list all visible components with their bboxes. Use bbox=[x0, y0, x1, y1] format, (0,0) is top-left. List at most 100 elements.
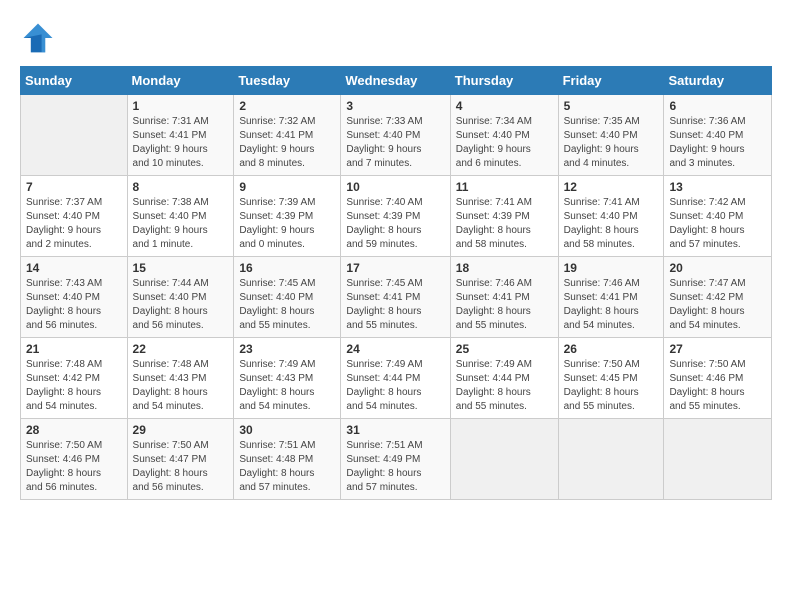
day-cell bbox=[558, 419, 664, 500]
day-info: Sunrise: 7:33 AM Sunset: 4:40 PM Dayligh… bbox=[346, 115, 444, 171]
day-number: 12 bbox=[564, 180, 659, 194]
day-cell: 21 Sunrise: 7:48 AM Sunset: 4:42 PM Dayli… bbox=[21, 338, 128, 419]
day-info: Sunrise: 7:37 AM Sunset: 4:40 PM Dayligh… bbox=[26, 196, 122, 252]
day-info: Sunrise: 7:44 AM Sunset: 4:40 PM Dayligh… bbox=[133, 277, 229, 333]
day-cell: 20 Sunrise: 7:47 AM Sunset: 4:42 PM Dayli… bbox=[664, 257, 772, 338]
day-info: Sunrise: 7:49 AM Sunset: 4:44 PM Dayligh… bbox=[456, 358, 553, 414]
week-row-2: 7 Sunrise: 7:37 AM Sunset: 4:40 PM Daylig… bbox=[21, 176, 772, 257]
day-number: 4 bbox=[456, 99, 553, 113]
day-number: 8 bbox=[133, 180, 229, 194]
day-info: Sunrise: 7:31 AM Sunset: 4:41 PM Dayligh… bbox=[133, 115, 229, 171]
col-header-friday: Friday bbox=[558, 67, 664, 95]
day-cell: 23Sunrise: 7:49 AM Sunset: 4:43 PM Dayli… bbox=[234, 338, 341, 419]
day-number: 5 bbox=[564, 99, 659, 113]
day-number: 10 bbox=[346, 180, 444, 194]
day-number: 16 bbox=[239, 261, 335, 275]
day-info: Sunrise: 7:34 AM Sunset: 4:40 PM Dayligh… bbox=[456, 115, 553, 171]
day-info: Sunrise: 7:32 AM Sunset: 4:41 PM Dayligh… bbox=[239, 115, 335, 171]
day-number: 19 bbox=[564, 261, 659, 275]
day-info: Sunrise: 7:50 AM Sunset: 4:47 PM Dayligh… bbox=[133, 439, 229, 495]
day-cell: 13 Sunrise: 7:42 AM Sunset: 4:40 PM Dayli… bbox=[664, 176, 772, 257]
day-info: Sunrise: 7:35 AM Sunset: 4:40 PM Dayligh… bbox=[564, 115, 659, 171]
day-number: 21 bbox=[26, 342, 122, 356]
day-cell: 19 Sunrise: 7:46 AM Sunset: 4:41 PM Dayli… bbox=[558, 257, 664, 338]
day-cell: 8 Sunrise: 7:38 AM Sunset: 4:40 PM Daylig… bbox=[127, 176, 234, 257]
day-cell: 2 Sunrise: 7:32 AM Sunset: 4:41 PM Daylig… bbox=[234, 95, 341, 176]
day-cell: 14Sunrise: 7:43 AM Sunset: 4:40 PM Dayli… bbox=[21, 257, 128, 338]
day-info: Sunrise: 7:40 AM Sunset: 4:39 PM Dayligh… bbox=[346, 196, 444, 252]
day-info: Sunrise: 7:47 AM Sunset: 4:42 PM Dayligh… bbox=[669, 277, 766, 333]
day-number: 11 bbox=[456, 180, 553, 194]
page-header bbox=[20, 20, 772, 56]
day-info: Sunrise: 7:46 AM Sunset: 4:41 PM Dayligh… bbox=[564, 277, 659, 333]
day-info: Sunrise: 7:50 AM Sunset: 4:45 PM Dayligh… bbox=[564, 358, 659, 414]
day-number: 29 bbox=[133, 423, 229, 437]
day-cell: 27Sunrise: 7:50 AM Sunset: 4:46 PM Dayli… bbox=[664, 338, 772, 419]
col-header-thursday: Thursday bbox=[450, 67, 558, 95]
day-number: 2 bbox=[239, 99, 335, 113]
day-cell: 3 Sunrise: 7:33 AM Sunset: 4:40 PM Daylig… bbox=[341, 95, 450, 176]
day-number: 22 bbox=[133, 342, 229, 356]
col-header-tuesday: Tuesday bbox=[234, 67, 341, 95]
day-cell: 1 Sunrise: 7:31 AM Sunset: 4:41 PM Daylig… bbox=[127, 95, 234, 176]
day-number: 3 bbox=[346, 99, 444, 113]
day-number: 26 bbox=[564, 342, 659, 356]
day-number: 18 bbox=[456, 261, 553, 275]
day-info: Sunrise: 7:39 AM Sunset: 4:39 PM Dayligh… bbox=[239, 196, 335, 252]
day-cell: 16 Sunrise: 7:45 AM Sunset: 4:40 PM Dayli… bbox=[234, 257, 341, 338]
day-info: Sunrise: 7:51 AM Sunset: 4:49 PM Dayligh… bbox=[346, 439, 444, 495]
day-info: Sunrise: 7:45 AM Sunset: 4:41 PM Dayligh… bbox=[346, 277, 444, 333]
day-cell bbox=[450, 419, 558, 500]
day-number: 31 bbox=[346, 423, 444, 437]
day-cell: 7 Sunrise: 7:37 AM Sunset: 4:40 PM Daylig… bbox=[21, 176, 128, 257]
day-info: Sunrise: 7:49 AM Sunset: 4:44 PM Dayligh… bbox=[346, 358, 444, 414]
day-number: 28 bbox=[26, 423, 122, 437]
col-header-monday: Monday bbox=[127, 67, 234, 95]
col-header-sunday: Sunday bbox=[21, 67, 128, 95]
day-cell: 4 Sunrise: 7:34 AM Sunset: 4:40 PM Daylig… bbox=[450, 95, 558, 176]
day-info: Sunrise: 7:36 AM Sunset: 4:40 PM Dayligh… bbox=[669, 115, 766, 171]
day-number: 17 bbox=[346, 261, 444, 275]
week-row-5: 28 Sunrise: 7:50 AM Sunset: 4:46 PM Dayli… bbox=[21, 419, 772, 500]
day-number: 7 bbox=[26, 180, 122, 194]
day-info: Sunrise: 7:48 AM Sunset: 4:42 PM Dayligh… bbox=[26, 358, 122, 414]
day-cell: 10 Sunrise: 7:40 AM Sunset: 4:39 PM Dayli… bbox=[341, 176, 450, 257]
day-cell: 22 Sunrise: 7:48 AM Sunset: 4:43 PM Dayli… bbox=[127, 338, 234, 419]
col-header-wednesday: Wednesday bbox=[341, 67, 450, 95]
day-info: Sunrise: 7:48 AM Sunset: 4:43 PM Dayligh… bbox=[133, 358, 229, 414]
day-number: 27 bbox=[669, 342, 766, 356]
day-cell: 9Sunrise: 7:39 AM Sunset: 4:39 PM Daylig… bbox=[234, 176, 341, 257]
logo-icon bbox=[20, 20, 56, 56]
col-header-saturday: Saturday bbox=[664, 67, 772, 95]
day-info: Sunrise: 7:45 AM Sunset: 4:40 PM Dayligh… bbox=[239, 277, 335, 333]
day-cell: 17 Sunrise: 7:45 AM Sunset: 4:41 PM Dayli… bbox=[341, 257, 450, 338]
day-info: Sunrise: 7:46 AM Sunset: 4:41 PM Dayligh… bbox=[456, 277, 553, 333]
day-number: 1 bbox=[133, 99, 229, 113]
day-info: Sunrise: 7:41 AM Sunset: 4:39 PM Dayligh… bbox=[456, 196, 553, 252]
day-number: 6 bbox=[669, 99, 766, 113]
day-cell: 12 Sunrise: 7:41 AM Sunset: 4:40 PM Dayli… bbox=[558, 176, 664, 257]
day-info: Sunrise: 7:51 AM Sunset: 4:48 PM Dayligh… bbox=[239, 439, 335, 495]
day-number: 25 bbox=[456, 342, 553, 356]
day-number: 15 bbox=[133, 261, 229, 275]
day-info: Sunrise: 7:42 AM Sunset: 4:40 PM Dayligh… bbox=[669, 196, 766, 252]
day-info: Sunrise: 7:50 AM Sunset: 4:46 PM Dayligh… bbox=[26, 439, 122, 495]
day-info: Sunrise: 7:41 AM Sunset: 4:40 PM Dayligh… bbox=[564, 196, 659, 252]
day-number: 20 bbox=[669, 261, 766, 275]
day-cell: 18 Sunrise: 7:46 AM Sunset: 4:41 PM Dayli… bbox=[450, 257, 558, 338]
day-cell bbox=[664, 419, 772, 500]
calendar-table: SundayMondayTuesdayWednesdayThursdayFrid… bbox=[20, 66, 772, 500]
day-number: 30 bbox=[239, 423, 335, 437]
day-number: 13 bbox=[669, 180, 766, 194]
day-cell: 26 Sunrise: 7:50 AM Sunset: 4:45 PM Dayli… bbox=[558, 338, 664, 419]
day-cell: 24Sunrise: 7:49 AM Sunset: 4:44 PM Dayli… bbox=[341, 338, 450, 419]
day-number: 23 bbox=[239, 342, 335, 356]
day-info: Sunrise: 7:43 AM Sunset: 4:40 PM Dayligh… bbox=[26, 277, 122, 333]
day-cell bbox=[21, 95, 128, 176]
day-info: Sunrise: 7:38 AM Sunset: 4:40 PM Dayligh… bbox=[133, 196, 229, 252]
week-row-1: 1 Sunrise: 7:31 AM Sunset: 4:41 PM Daylig… bbox=[21, 95, 772, 176]
week-row-3: 14Sunrise: 7:43 AM Sunset: 4:40 PM Dayli… bbox=[21, 257, 772, 338]
day-cell: 29 Sunrise: 7:50 AM Sunset: 4:47 PM Dayli… bbox=[127, 419, 234, 500]
day-cell: 15 Sunrise: 7:44 AM Sunset: 4:40 PM Dayli… bbox=[127, 257, 234, 338]
day-cell: 5 Sunrise: 7:35 AM Sunset: 4:40 PM Daylig… bbox=[558, 95, 664, 176]
